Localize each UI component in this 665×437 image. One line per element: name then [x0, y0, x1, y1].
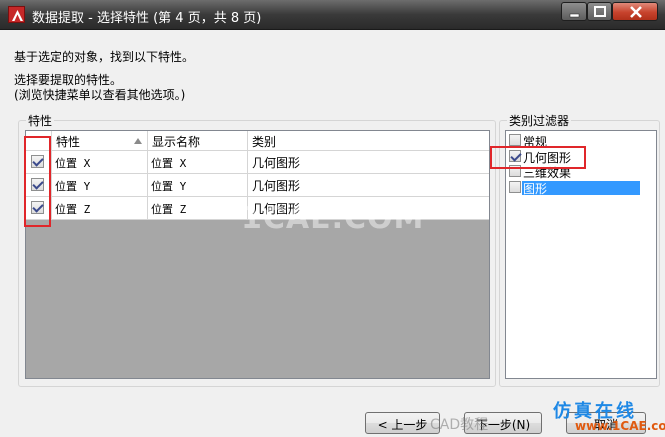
- filter-checkbox[interactable]: [509, 181, 521, 193]
- properties-grid[interactable]: 特性 显示名称 类别 位置 X 位置 X 几何图形 位置 Y 位置 Y 几何图形…: [25, 130, 490, 379]
- filter-item-general[interactable]: 常规: [506, 134, 656, 149]
- filter-item-label: 三维效果: [523, 166, 572, 180]
- header-category[interactable]: 类别: [248, 131, 489, 151]
- row-checkbox[interactable]: [31, 155, 44, 168]
- header-property-label: 特性: [56, 135, 81, 149]
- minimize-button[interactable]: [561, 2, 587, 21]
- row-check-cell: [26, 174, 52, 196]
- row-checkbox[interactable]: [31, 201, 44, 214]
- table-row[interactable]: 位置 Z 位置 Z 几何图形: [26, 197, 489, 220]
- close-button[interactable]: [612, 2, 658, 21]
- intro-found-text: 基于选定的对象，找到以下特性。: [14, 50, 195, 64]
- properties-group-label: 特性: [26, 112, 55, 129]
- filter-item-label: 常规: [523, 135, 548, 149]
- cell-category: 几何图形: [252, 156, 301, 170]
- close-icon: [630, 6, 642, 18]
- cell-property: 位置 Z: [52, 197, 148, 219]
- title-bar[interactable]: 数据提取 - 选择特性 (第 4 页，共 8 页): [0, 0, 665, 30]
- intro-hint-text: (浏览快捷菜单以查看其他选项。): [14, 88, 186, 102]
- filter-checkbox[interactable]: [509, 165, 521, 177]
- filter-checkbox[interactable]: [509, 150, 521, 162]
- url-watermark: www.1CAE.com: [575, 419, 665, 433]
- category-filter-label: 类别过滤器: [507, 112, 572, 129]
- header-display-name[interactable]: 显示名称: [148, 131, 248, 151]
- header-property[interactable]: 特性: [52, 131, 148, 151]
- row-check-cell: [26, 197, 52, 219]
- cell-category: 几何图形: [252, 202, 301, 216]
- cell-property: 位置 Y: [52, 174, 148, 196]
- filter-item-3d-effects[interactable]: 三维效果: [506, 165, 656, 180]
- cell-display-name[interactable]: 位置 Y: [148, 174, 248, 196]
- filter-item-graphics[interactable]: 图形: [506, 181, 656, 196]
- row-checkbox[interactable]: [31, 178, 44, 191]
- sort-ascending-icon: [134, 138, 142, 144]
- maximize-button[interactable]: [587, 2, 612, 21]
- cell-display-name[interactable]: 位置 Z: [148, 197, 248, 219]
- filter-item-label: 图形: [523, 182, 548, 196]
- category-filter-list[interactable]: 常规 几何图形 三维效果 图形: [505, 130, 657, 379]
- row-check-cell: [26, 151, 52, 173]
- cell-display-name[interactable]: 位置 X: [148, 151, 248, 173]
- filter-checkbox[interactable]: [509, 134, 521, 146]
- maximize-icon: [594, 6, 606, 17]
- footer-watermark: CAD教程: [430, 417, 489, 433]
- minimize-icon: [569, 13, 580, 18]
- autocad-app-icon[interactable]: [8, 6, 25, 23]
- filter-item-geometry[interactable]: 几何图形: [506, 150, 656, 165]
- cell-property: 位置 X: [52, 151, 148, 173]
- cell-category: 几何图形: [252, 179, 301, 193]
- window-title: 数据提取 - 选择特性 (第 4 页，共 8 页): [32, 11, 262, 26]
- header-check-column[interactable]: [26, 131, 52, 151]
- table-row[interactable]: 位置 X 位置 X 几何图形: [26, 151, 489, 174]
- table-row[interactable]: 位置 Y 位置 Y 几何图形: [26, 174, 489, 197]
- back-button[interactable]: < 上一步: [365, 412, 440, 434]
- grid-header: 特性 显示名称 类别: [26, 131, 489, 151]
